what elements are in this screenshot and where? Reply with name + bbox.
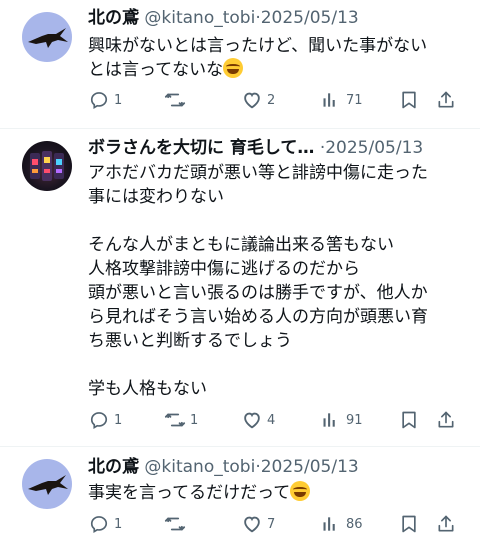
display-name[interactable]: 北の鳶 (88, 457, 139, 477)
views-count: 71 (346, 92, 363, 108)
slot-machine-icon (30, 151, 64, 181)
laughing-tears-emoji-icon (223, 58, 244, 78)
avatar[interactable] (22, 141, 72, 191)
reply-button[interactable]: 1 (88, 409, 122, 431)
display-name[interactable]: ボラさんを大切に 育毛して… (88, 138, 314, 158)
reply-count: 1 (114, 412, 123, 428)
reply-icon (88, 89, 110, 111)
share-button[interactable] (435, 513, 457, 535)
reply-count: 1 (114, 516, 123, 532)
like-button[interactable]: 2 (241, 89, 275, 111)
retweet-button[interactable] (164, 513, 190, 535)
reply-button[interactable]: 1 (88, 89, 122, 111)
timestamp[interactable]: 2025/05/13 (325, 138, 423, 158)
bookmark-button[interactable] (398, 513, 420, 535)
views-count: 86 (346, 516, 363, 532)
like-button[interactable]: 4 (241, 409, 275, 431)
avatar[interactable] (22, 12, 72, 62)
tweet-line: 事実を言ってるだけだって (88, 483, 291, 503)
action-bar: 1 2 71 (88, 89, 458, 113)
share-icon (435, 409, 457, 431)
handle[interactable]: @kitano_tobi (144, 457, 255, 477)
views-bar-chart-icon (320, 409, 342, 431)
retweet-button[interactable]: 1 (164, 409, 198, 431)
retweet-icon (164, 89, 186, 111)
heart-icon (241, 89, 263, 111)
tweet-text: 事実を言ってるだけだって (88, 481, 472, 505)
handle[interactable]: @kitano_tobi (144, 8, 255, 28)
retweet-count: 1 (190, 412, 199, 428)
reply-button[interactable]: 1 (88, 513, 122, 535)
views-button[interactable]: 91 (320, 409, 363, 431)
views-bar-chart-icon (320, 513, 342, 535)
tweet-text: アホだバカだ頭が悪い等と誹謗中傷に走った 事には変わりない そんな人がまともに議… (88, 163, 428, 399)
tweet-line: とは言ってないな (88, 60, 224, 80)
bookmark-icon (398, 409, 420, 431)
retweet-icon (164, 513, 186, 535)
views-bar-chart-icon (320, 89, 342, 111)
views-button[interactable]: 71 (320, 89, 363, 111)
avatar[interactable] (22, 459, 72, 509)
like-count: 7 (267, 516, 276, 532)
like-button[interactable]: 7 (241, 513, 275, 535)
kite-bird-icon (28, 28, 68, 48)
reply-icon (88, 409, 110, 431)
tweet-header: 北の鳶 @kitano_tobi·2025/05/13 (88, 455, 470, 479)
tweet-text: 興味がないとは言ったけど、聞いた事がない とは言ってないな (88, 34, 472, 82)
laughing-tears-emoji-icon (290, 481, 311, 501)
retweet-button[interactable] (164, 89, 190, 111)
retweet-icon (164, 409, 186, 431)
tweet-line: 興味がないとは言ったけど、聞いた事がない (88, 36, 428, 56)
like-count: 4 (267, 412, 276, 428)
kite-bird-icon (28, 475, 68, 495)
tweet-2[interactable]: ボラさんを大切に 育毛して… ·2025/05/13 アホだバカだ頭が悪い等と誹… (0, 129, 480, 446)
reply-icon (88, 513, 110, 535)
display-name[interactable]: 北の鳶 (88, 8, 139, 28)
bookmark-icon (398, 89, 420, 111)
bookmark-button[interactable] (398, 409, 420, 431)
heart-icon (241, 409, 263, 431)
tweet-header: 北の鳶 @kitano_tobi·2025/05/13 (88, 6, 470, 30)
views-button[interactable]: 86 (320, 513, 363, 535)
timestamp[interactable]: 2025/05/13 (261, 8, 359, 28)
tweet-1[interactable]: 北の鳶 @kitano_tobi·2025/05/13 興味がないとは言ったけど… (0, 0, 480, 128)
share-button[interactable] (435, 409, 457, 431)
heart-icon (241, 513, 263, 535)
share-icon (435, 513, 457, 535)
bookmark-button[interactable] (398, 89, 420, 111)
timestamp[interactable]: 2025/05/13 (261, 457, 359, 477)
like-count: 2 (267, 92, 276, 108)
reply-count: 1 (114, 92, 123, 108)
bookmark-icon (398, 513, 420, 535)
tweet-3[interactable]: 北の鳶 @kitano_tobi·2025/05/13 事実を言ってるだけだって… (0, 447, 480, 546)
share-button[interactable] (435, 89, 457, 111)
tweet-header: ボラさんを大切に 育毛して… ·2025/05/13 (88, 136, 470, 160)
views-count: 91 (346, 412, 363, 428)
action-bar: 1 7 86 (88, 513, 458, 537)
share-icon (435, 89, 457, 111)
action-bar: 1 1 4 91 (88, 409, 458, 433)
